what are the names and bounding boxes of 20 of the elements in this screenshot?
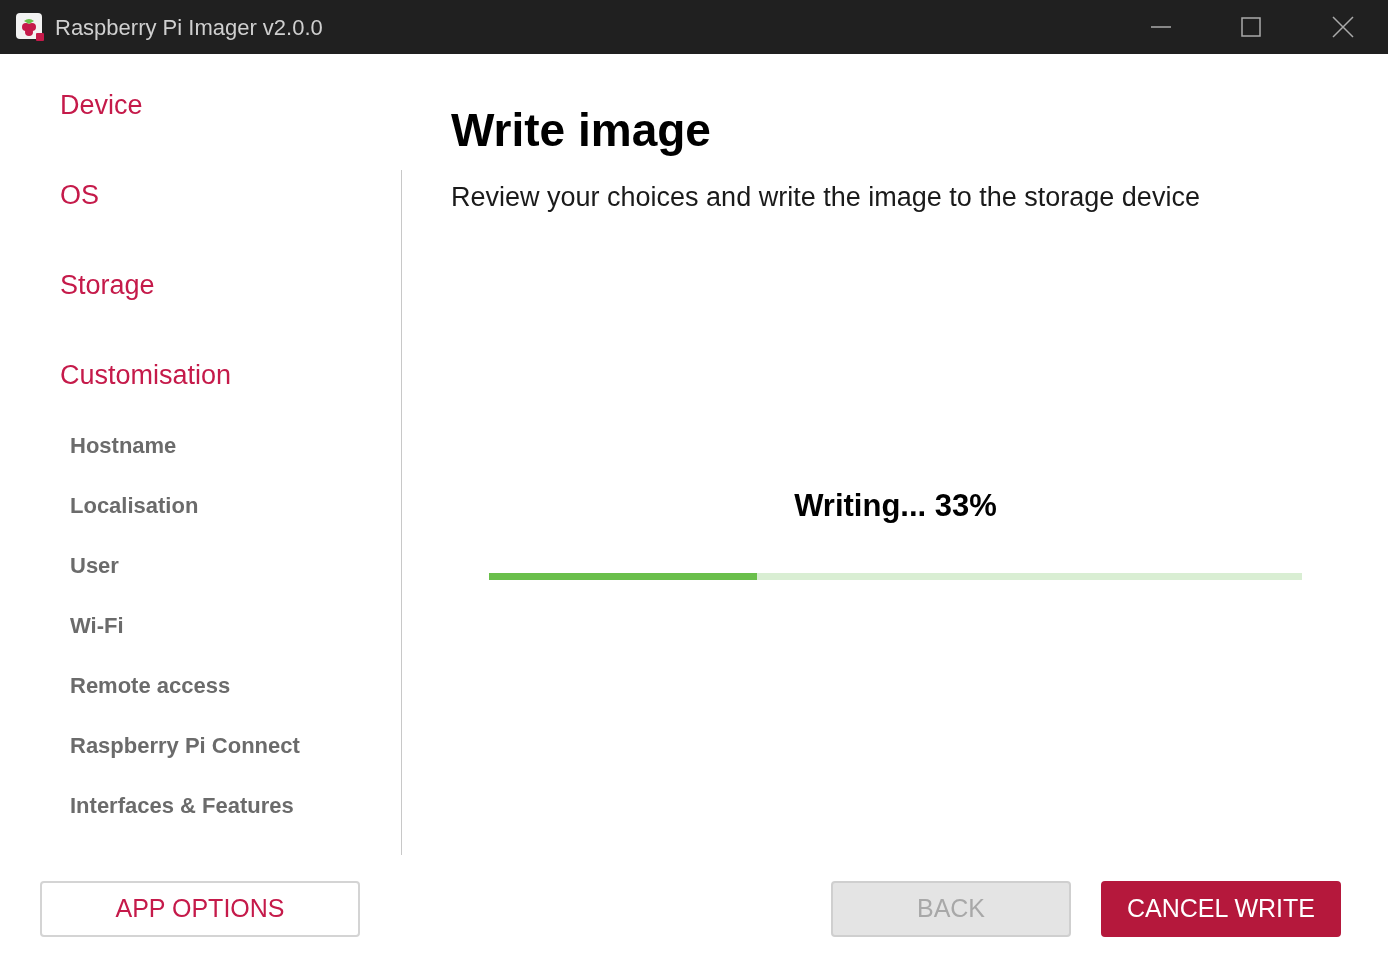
close-icon[interactable]	[1332, 16, 1354, 38]
sidebar-subitem[interactable]: Localisation	[70, 488, 199, 522]
page-title: Write image	[451, 104, 712, 156]
action-button[interactable]: APP OPTIONS	[40, 881, 360, 937]
sidebar-subitem[interactable]: Remote access	[70, 668, 231, 702]
page-subtitle: Review your choices and write the image to the storage device	[451, 181, 1201, 213]
sidebar-item[interactable]: Customisation	[60, 354, 232, 396]
sidebar-item[interactable]: Storage	[60, 264, 155, 306]
sidebar-item[interactable]: OS	[60, 174, 99, 216]
progress-status: Writing... 33%	[794, 488, 997, 524]
sidebar-subitem[interactable]: Interfaces & Features	[70, 788, 294, 822]
action-button[interactable]: CANCEL WRITE	[1101, 881, 1341, 937]
sidebar-item[interactable]: Device	[60, 84, 143, 126]
sidebar-subitem[interactable]: Hostname	[70, 428, 177, 462]
sidebar-subitem[interactable]: User	[70, 548, 119, 582]
raspberry-icon	[15, 12, 45, 42]
window-title: Raspberry Pi Imager v2.0.0	[55, 13, 323, 42]
maximize-icon[interactable]	[1240, 16, 1262, 38]
sidebar-subitem[interactable]: Wi-Fi	[70, 608, 124, 642]
sidebar-subitem[interactable]: Raspberry Pi Connect	[70, 728, 300, 762]
